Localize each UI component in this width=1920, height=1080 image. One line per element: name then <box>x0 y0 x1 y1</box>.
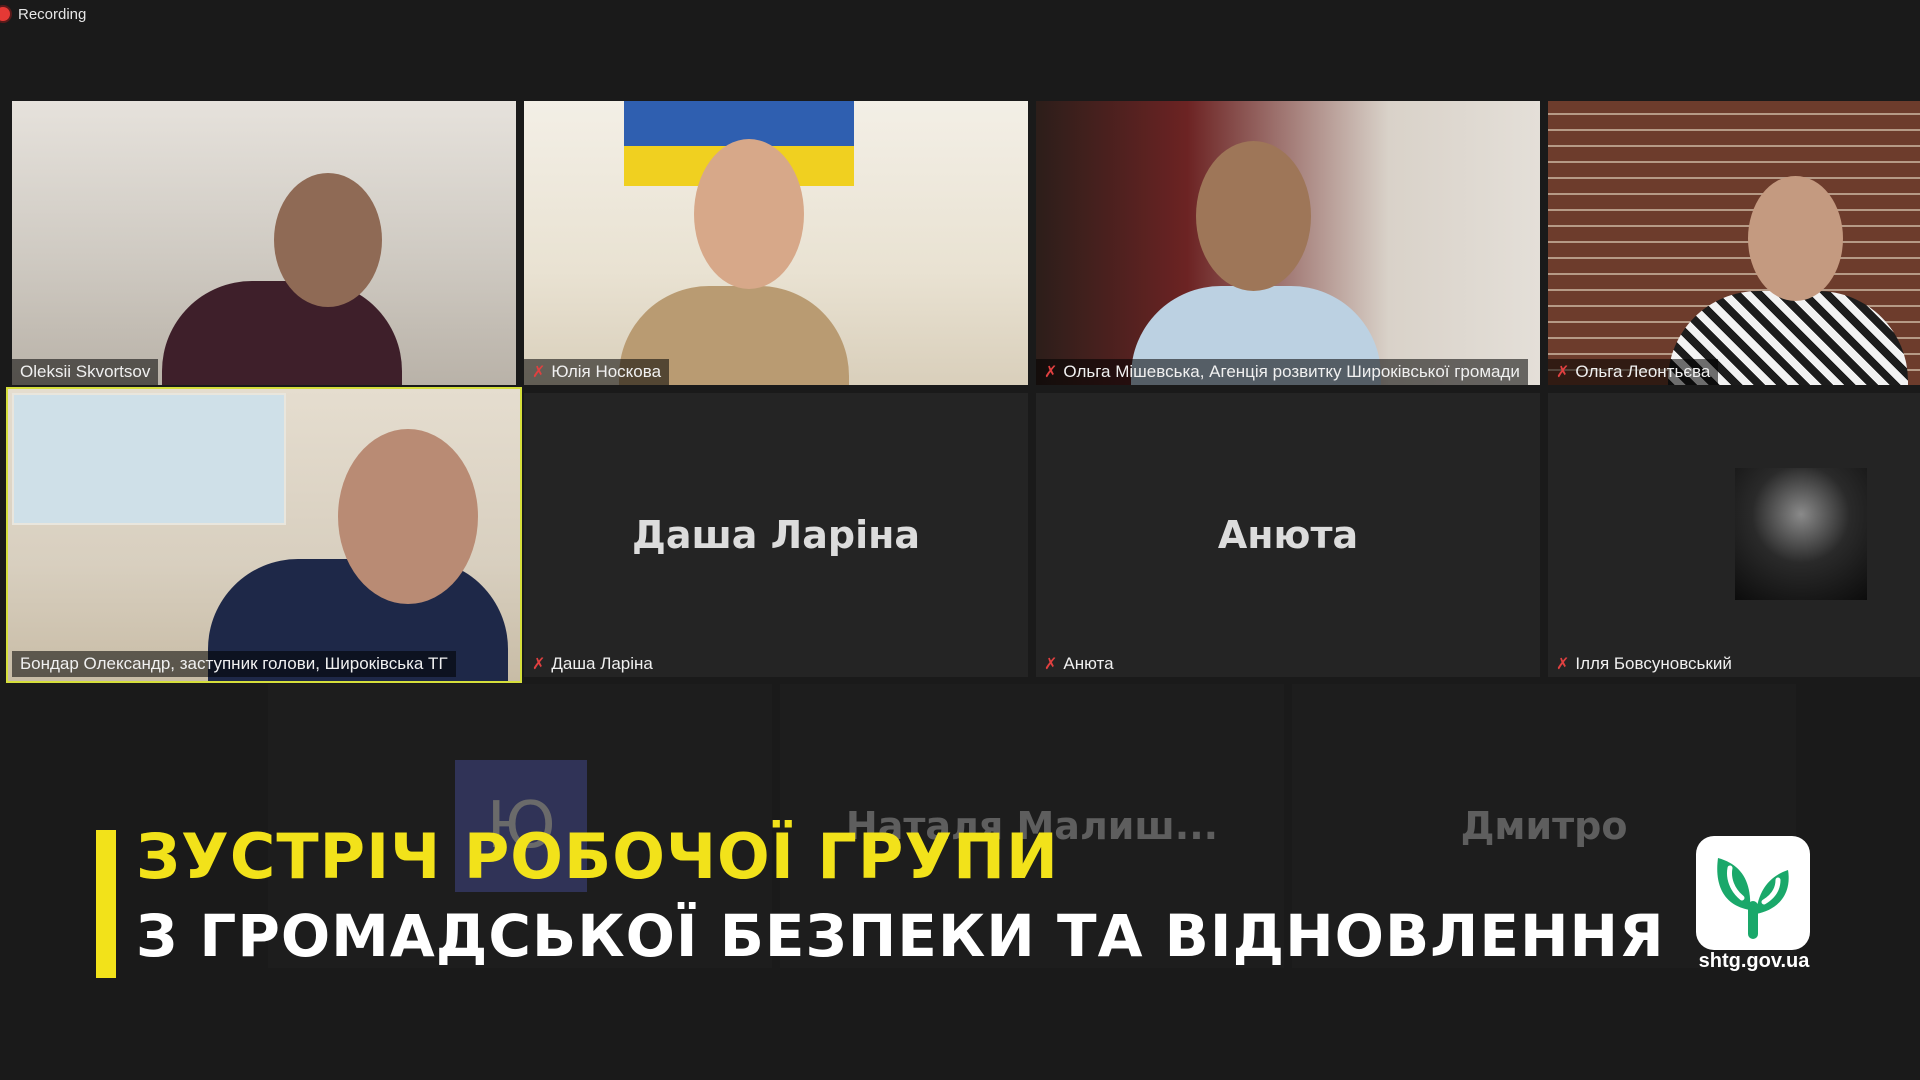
participant-name-label: ✗ Даша Ларіна <box>532 654 653 673</box>
title-line-2: З ГРОМАДСЬКОЇ БЕЗПЕКИ ТА ВІДНОВЛЕННЯ <box>136 902 1665 970</box>
muted-microphone-icon: ✗ <box>1556 364 1570 381</box>
video-tile[interactable]: ✗ Ольга Леонтьєва <box>1548 101 1920 385</box>
muted-microphone-icon: ✗ <box>1044 656 1058 673</box>
participant-head <box>338 429 478 604</box>
wall-map <box>12 393 286 525</box>
video-tile[interactable]: ✗ Юлія Носкова <box>524 101 1028 385</box>
participant-name-label: ✗ Ольга Мішевська, Агенція розвитку Широ… <box>1036 359 1528 385</box>
video-tile[interactable]: Анюта ✗ Анюта <box>1036 393 1540 677</box>
record-icon <box>0 7 10 21</box>
participant-name-label: Бондар Олександр, заступник голови, Широ… <box>12 651 456 677</box>
participant-display-name: Даша Ларіна <box>631 513 921 557</box>
profile-avatar <box>1735 468 1867 600</box>
participant-head <box>694 139 804 289</box>
video-tile[interactable]: ✗ Ілля Бовсуновський <box>1548 393 1920 677</box>
title-accent-bar <box>96 830 116 978</box>
participant-head <box>274 173 382 307</box>
participant-name-label: ✗ Анюта <box>1044 654 1114 673</box>
leaf-sprout-icon <box>1696 836 1810 950</box>
participant-head <box>1196 141 1311 291</box>
participant-head <box>1748 176 1843 301</box>
participant-name-label: ✗ Ольга Леонтьєва <box>1548 359 1719 385</box>
recording-label: Recording <box>18 5 87 23</box>
muted-microphone-icon: ✗ <box>532 656 546 673</box>
video-tile[interactable]: ✗ Ольга Мішевська, Агенція розвитку Широ… <box>1036 101 1540 385</box>
participant-display-name: Анюта <box>1217 513 1359 557</box>
logo-url: shtg.gov.ua <box>1698 950 1810 972</box>
participant-name-label: ✗ Ілля Бовсуновський <box>1556 654 1732 673</box>
video-tile[interactable]: Oleksii Skvortsov <box>12 101 516 385</box>
muted-microphone-icon: ✗ <box>1044 364 1058 381</box>
muted-microphone-icon: ✗ <box>532 364 546 381</box>
video-tile[interactable]: Даша Ларіна ✗ Даша Ларіна <box>524 393 1028 677</box>
muted-microphone-icon: ✗ <box>1556 656 1570 673</box>
recording-indicator[interactable]: Recording <box>0 2 86 26</box>
title-line-1: ЗУСТРІЧ РОБОЧОЇ ГРУПИ <box>136 820 1059 893</box>
participant-name-label: Oleksii Skvortsov <box>12 359 159 385</box>
participant-name-label: ✗ Юлія Носкова <box>524 359 670 385</box>
active-speaker-tile[interactable]: Бондар Олександр, заступник голови, Широ… <box>6 387 522 683</box>
